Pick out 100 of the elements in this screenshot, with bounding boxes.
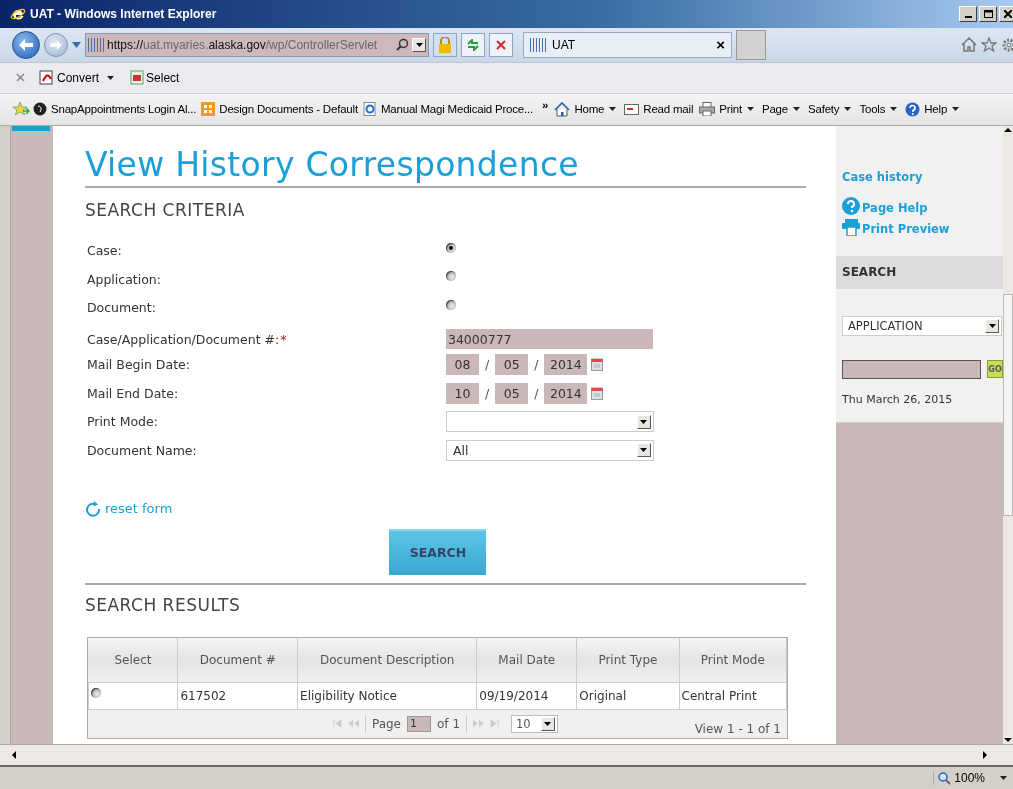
table-cell: Eligibility Notice	[297, 682, 477, 710]
search-icon[interactable]	[396, 38, 409, 52]
toolbar-button[interactable]: Select	[130, 70, 180, 86]
year-field[interactable]: 2014	[544, 382, 588, 404]
dropdown-arrow-button[interactable]	[412, 37, 426, 52]
field-label: Document Name:	[85, 442, 198, 458]
toolbar-menu[interactable]: Help	[905, 101, 948, 117]
scroll-left-icon[interactable]	[10, 750, 18, 761]
browser-tab[interactable]: UAT ×	[523, 31, 732, 58]
back-button[interactable]	[12, 30, 40, 59]
zoom-control[interactable]: 100%	[933, 771, 1007, 785]
page-icon	[362, 102, 377, 117]
more-chevron[interactable]: »	[542, 99, 549, 112]
day-field[interactable]: 05	[495, 354, 529, 376]
toolbar-menu[interactable]: Tools	[859, 103, 886, 116]
home-icon	[554, 101, 571, 117]
maximize-icon	[983, 9, 993, 18]
required-mark: *	[280, 331, 287, 347]
radio-button[interactable]	[445, 242, 456, 253]
column-header[interactable]: Print Type	[576, 637, 679, 683]
search-field[interactable]	[842, 359, 981, 379]
forward-button[interactable]	[44, 32, 68, 57]
page-field[interactable]: 1	[407, 715, 431, 732]
go-button[interactable]: GO	[987, 360, 1003, 379]
field-label: Application:	[85, 271, 162, 287]
caret-icon[interactable]	[890, 107, 898, 112]
dropdown-arrow-button[interactable]	[636, 414, 651, 429]
toolbar-menu[interactable]: Page	[761, 103, 788, 116]
dropdown-arrow-button[interactable]	[636, 443, 651, 458]
help-icon	[905, 101, 921, 117]
column-header[interactable]: Mail Date	[476, 637, 577, 683]
calendar-icon[interactable]	[591, 358, 604, 372]
date-separator: /	[484, 385, 490, 401]
radio-button[interactable]	[90, 687, 101, 698]
home-icon[interactable]	[961, 37, 977, 53]
sidebar-heading: SEARCH	[836, 255, 1003, 289]
column-header[interactable]: Select	[88, 637, 178, 683]
search-button[interactable]: SEARCH	[389, 528, 487, 575]
field-label: Case:	[85, 243, 123, 259]
scroll-right-icon[interactable]	[981, 750, 989, 761]
date-separator: /	[484, 357, 490, 373]
toolbar-menu[interactable]: Print	[699, 102, 742, 117]
refresh-button[interactable]	[461, 32, 485, 57]
maximize-button[interactable]	[979, 5, 997, 22]
star-icon[interactable]	[981, 37, 997, 53]
field-label: Document:	[85, 300, 157, 316]
caret-icon	[1000, 776, 1007, 780]
caret-icon[interactable]	[793, 107, 800, 112]
stop-icon	[496, 39, 506, 50]
column-header[interactable]: Document #	[177, 637, 298, 683]
close-button[interactable]	[999, 5, 1013, 22]
toolbar-button[interactable]: Convert	[39, 70, 100, 86]
caret-icon	[988, 323, 996, 328]
stop-button[interactable]	[489, 32, 513, 57]
address-field[interactable]: https://uat.myaries.alaska.gov/wp/ControllerServlet	[85, 32, 429, 57]
year-field[interactable]: 2014	[544, 354, 588, 376]
radio-button[interactable]	[445, 299, 456, 310]
toolbar-menu[interactable]: Home	[554, 101, 605, 117]
favorite-link[interactable]: Design Documents - Default	[201, 102, 358, 117]
caret-icon	[640, 448, 648, 453]
caret-icon[interactable]	[609, 107, 617, 112]
caret-icon[interactable]	[952, 107, 960, 112]
caret-icon[interactable]	[844, 107, 852, 112]
dropdown-field[interactable]: All	[445, 439, 654, 461]
column-header[interactable]: Print Mode	[679, 637, 787, 683]
dropdown-arrow-button[interactable]	[540, 716, 555, 731]
dropdown-field[interactable]	[445, 411, 654, 433]
reset-icon	[84, 500, 101, 517]
search-type-select[interactable]: APPLICATION	[842, 315, 1002, 336]
field-label: Case/Application/Document #:*	[85, 331, 288, 347]
number-field[interactable]: 34000777	[445, 329, 653, 350]
grid-icon	[201, 102, 216, 117]
radio-button[interactable]	[445, 271, 456, 282]
caret-icon[interactable]	[107, 75, 115, 80]
month-field[interactable]: 08	[445, 354, 479, 376]
field-label: Mail Begin Date:	[85, 357, 191, 373]
minimize-button[interactable]	[959, 5, 977, 22]
tab-close-button[interactable]: ×	[716, 36, 725, 54]
month-field[interactable]: 10	[445, 382, 479, 404]
favorites-star-icon[interactable]	[12, 101, 30, 118]
site-icon	[33, 102, 47, 117]
help-icon	[842, 196, 860, 215]
day-field[interactable]: 05	[495, 382, 529, 404]
printer-icon	[842, 218, 860, 236]
close-icon[interactable]	[16, 73, 25, 83]
toolbar-menu[interactable]: Safety	[808, 103, 840, 116]
toolbar-menu[interactable]: Read mail	[624, 103, 694, 116]
table-cell: Original	[576, 682, 679, 710]
page-size-select[interactable]: 10	[511, 714, 558, 733]
dropdown-arrow-button[interactable]	[985, 318, 999, 333]
page-count: of 1	[437, 716, 460, 731]
history-dropdown-icon[interactable]	[72, 41, 81, 48]
settings-icon[interactable]	[1001, 36, 1013, 53]
vertical-scrollbar[interactable]	[1003, 125, 1013, 745]
column-header[interactable]: Document Description	[297, 637, 477, 683]
favorite-link[interactable]: Manual Magi Medicaid Proce...	[362, 102, 533, 117]
favorite-link[interactable]: SnapAppointments Login Al...	[33, 102, 197, 117]
calendar-icon[interactable]	[591, 386, 604, 400]
horizontal-scrollbar[interactable]	[0, 744, 1013, 768]
caret-icon[interactable]	[746, 107, 754, 112]
